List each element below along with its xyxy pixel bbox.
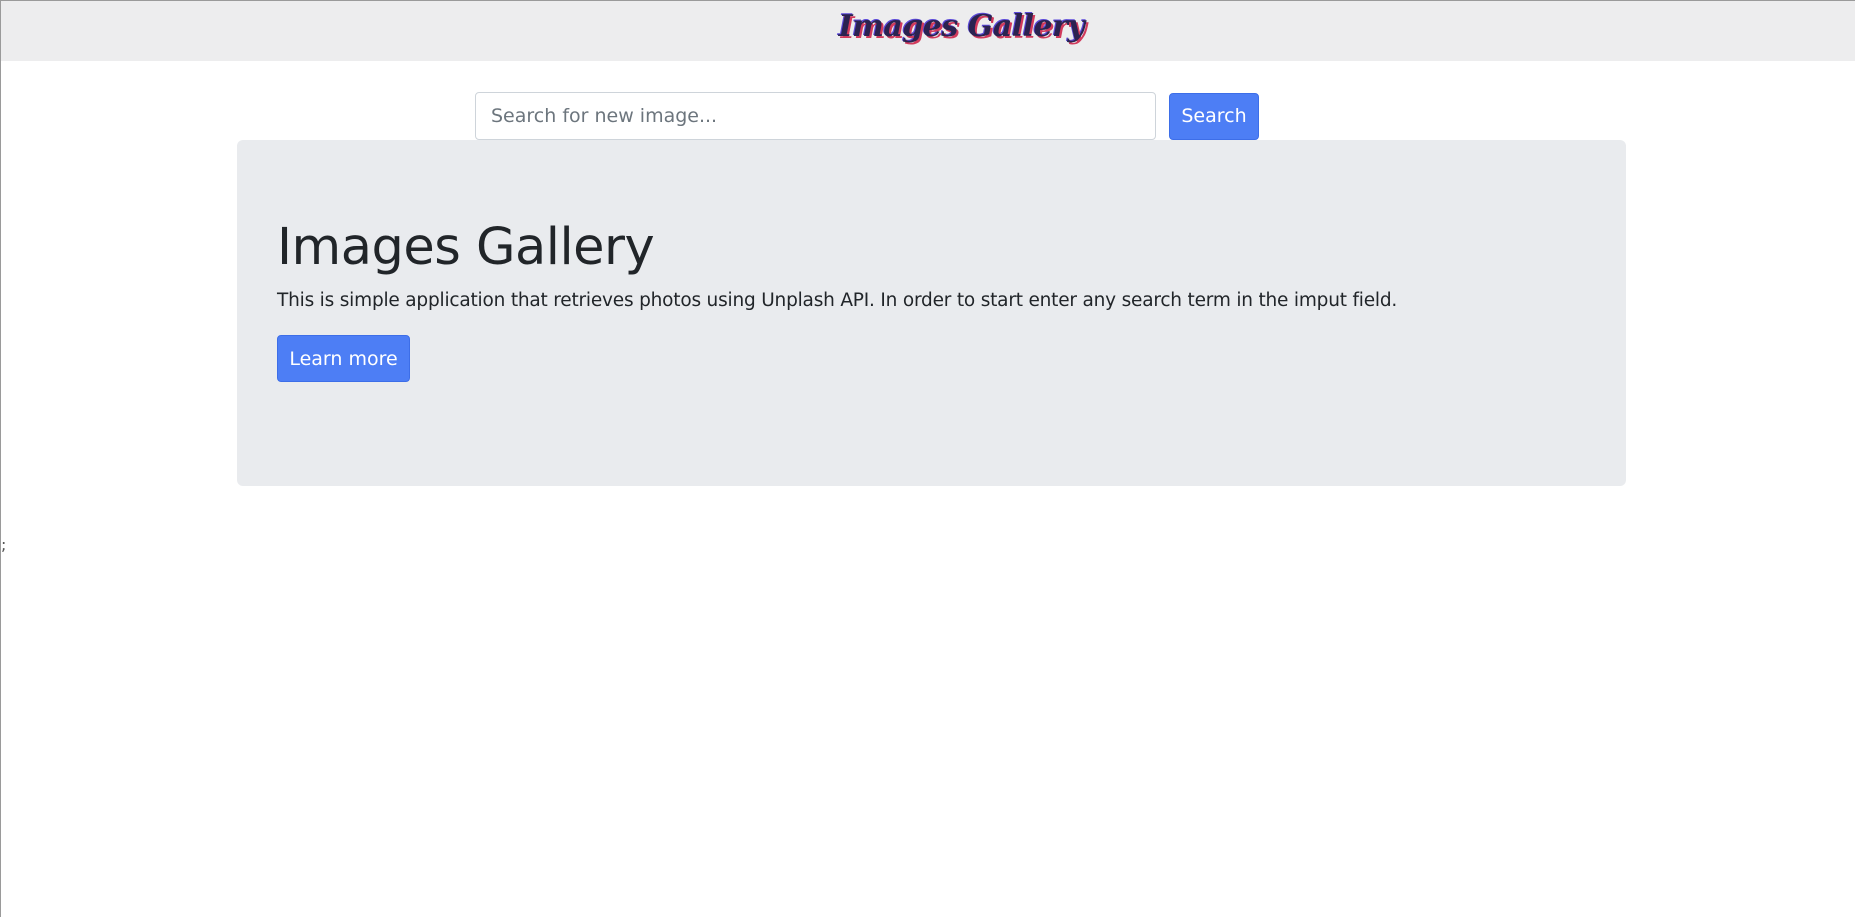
brand-title[interactable]: Images Gallery: [839, 9, 1085, 44]
learn-more-button[interactable]: Learn more: [277, 335, 410, 383]
search-input[interactable]: [475, 92, 1156, 140]
search-button[interactable]: Search: [1169, 92, 1259, 140]
welcome-panel: Images Gallery This is simple applicatio…: [237, 140, 1626, 486]
search-form: Search: [475, 92, 1259, 140]
welcome-description: This is simple application that retrieve…: [277, 290, 1398, 312]
welcome-title: Images Gallery: [277, 218, 655, 277]
navbar: Images Gallery: [1, 1, 1855, 61]
stray-text: ;: [1, 535, 7, 554]
